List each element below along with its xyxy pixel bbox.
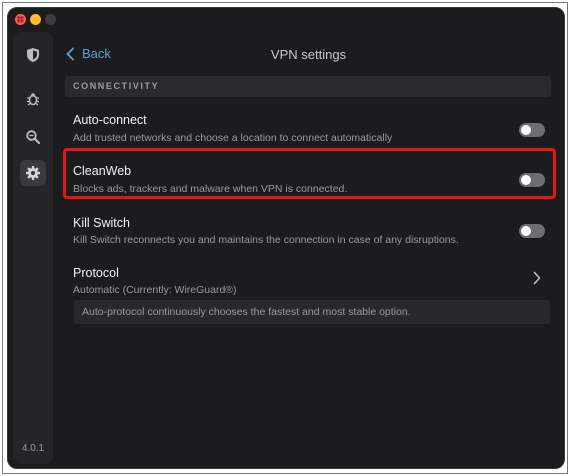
bug-icon — [27, 93, 39, 106]
protocol-value: Automatic (Currently: WireGuard®) — [73, 284, 237, 296]
main-panel: Back VPN settings CONNECTIVITY Auto-conn… — [53, 30, 564, 468]
protocol-info-box: Auto-protocol continuously chooses the f… — [74, 300, 550, 324]
sidebar-item-search[interactable] — [20, 124, 46, 150]
setting-row-protocol[interactable]: Protocol Automatic (Currently: WireGuard… — [65, 260, 551, 296]
kill-switch-toggle[interactable] — [519, 224, 545, 238]
auto-connect-toggle[interactable] — [519, 123, 545, 137]
setting-row-kill-switch: Kill Switch Kill Switch reconnects you a… — [65, 208, 551, 248]
highlight-box — [63, 148, 556, 199]
toggle-knob — [521, 125, 531, 135]
page-title: VPN settings — [270, 47, 347, 62]
sidebar-item-settings[interactable] — [20, 160, 46, 186]
sidebar: 4.0.1 — [13, 32, 53, 464]
window-minimize-button[interactable] — [30, 14, 41, 25]
window-close-button[interactable] — [15, 14, 26, 25]
sidebar-item-protection[interactable] — [20, 42, 46, 68]
setting-title: Auto-connect — [73, 113, 147, 127]
app-window: 4.0.1 Back VPN settings CONNECTIVITY Aut… — [7, 7, 565, 469]
search-icon — [26, 130, 41, 145]
chevron-right-icon — [533, 271, 541, 285]
shield-icon — [27, 48, 39, 62]
window-maximize-button[interactable] — [45, 14, 56, 25]
section-header-connectivity: CONNECTIVITY — [65, 76, 551, 97]
setting-description: Add trusted networks and choose a locati… — [73, 132, 393, 144]
setting-row-auto-connect: Auto-connect Add trusted networks and ch… — [65, 108, 551, 148]
app-version: 4.0.1 — [21, 443, 45, 454]
setting-title: Protocol — [73, 266, 119, 280]
title-bar — [8, 8, 564, 30]
page-header: Back VPN settings — [53, 30, 564, 78]
toggle-knob — [521, 226, 531, 236]
sidebar-item-antivirus[interactable] — [20, 86, 46, 112]
setting-title: Kill Switch — [73, 216, 130, 230]
setting-description: Kill Switch reconnects you and maintains… — [73, 234, 459, 246]
gear-icon — [26, 166, 40, 180]
